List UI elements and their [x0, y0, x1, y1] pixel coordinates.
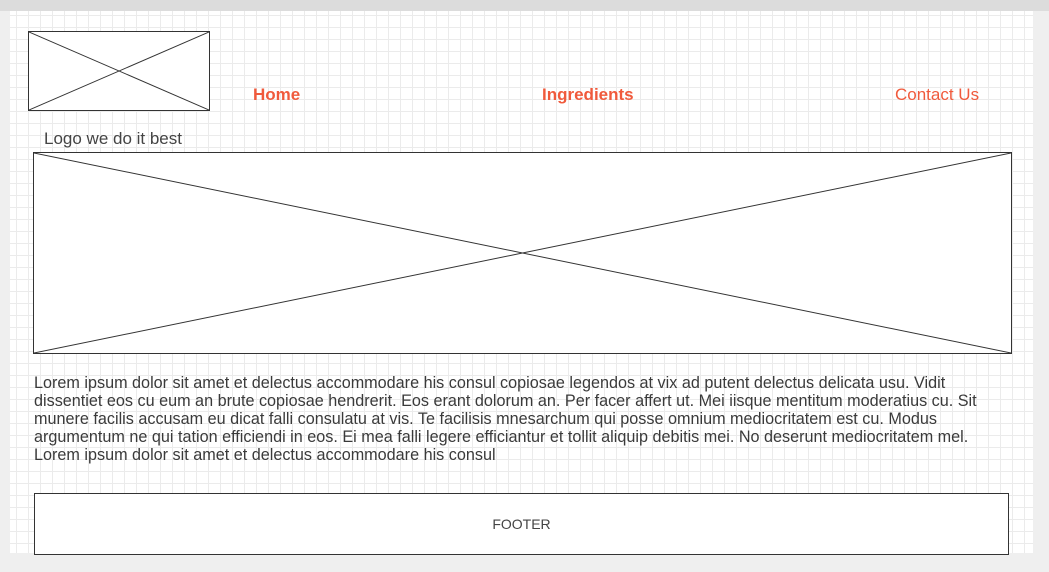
- nav-home-link[interactable]: Home: [253, 86, 300, 104]
- top-bar: [0, 0, 1049, 11]
- logo-caption: Logo we do it best: [44, 129, 182, 148]
- placeholder-cross-icon: [34, 153, 1011, 353]
- hero-image-placeholder: [33, 152, 1012, 354]
- logo-image-placeholder: [28, 31, 210, 111]
- nav-ingredients-link[interactable]: Ingredients: [542, 86, 634, 104]
- placeholder-cross-icon: [29, 32, 209, 110]
- footer-label: FOOTER: [492, 516, 551, 532]
- nav-contact-link[interactable]: Contact Us: [895, 86, 979, 104]
- body-paragraph: Lorem ipsum dolor sit amet et delectus a…: [34, 374, 977, 464]
- footer: FOOTER: [34, 493, 1009, 555]
